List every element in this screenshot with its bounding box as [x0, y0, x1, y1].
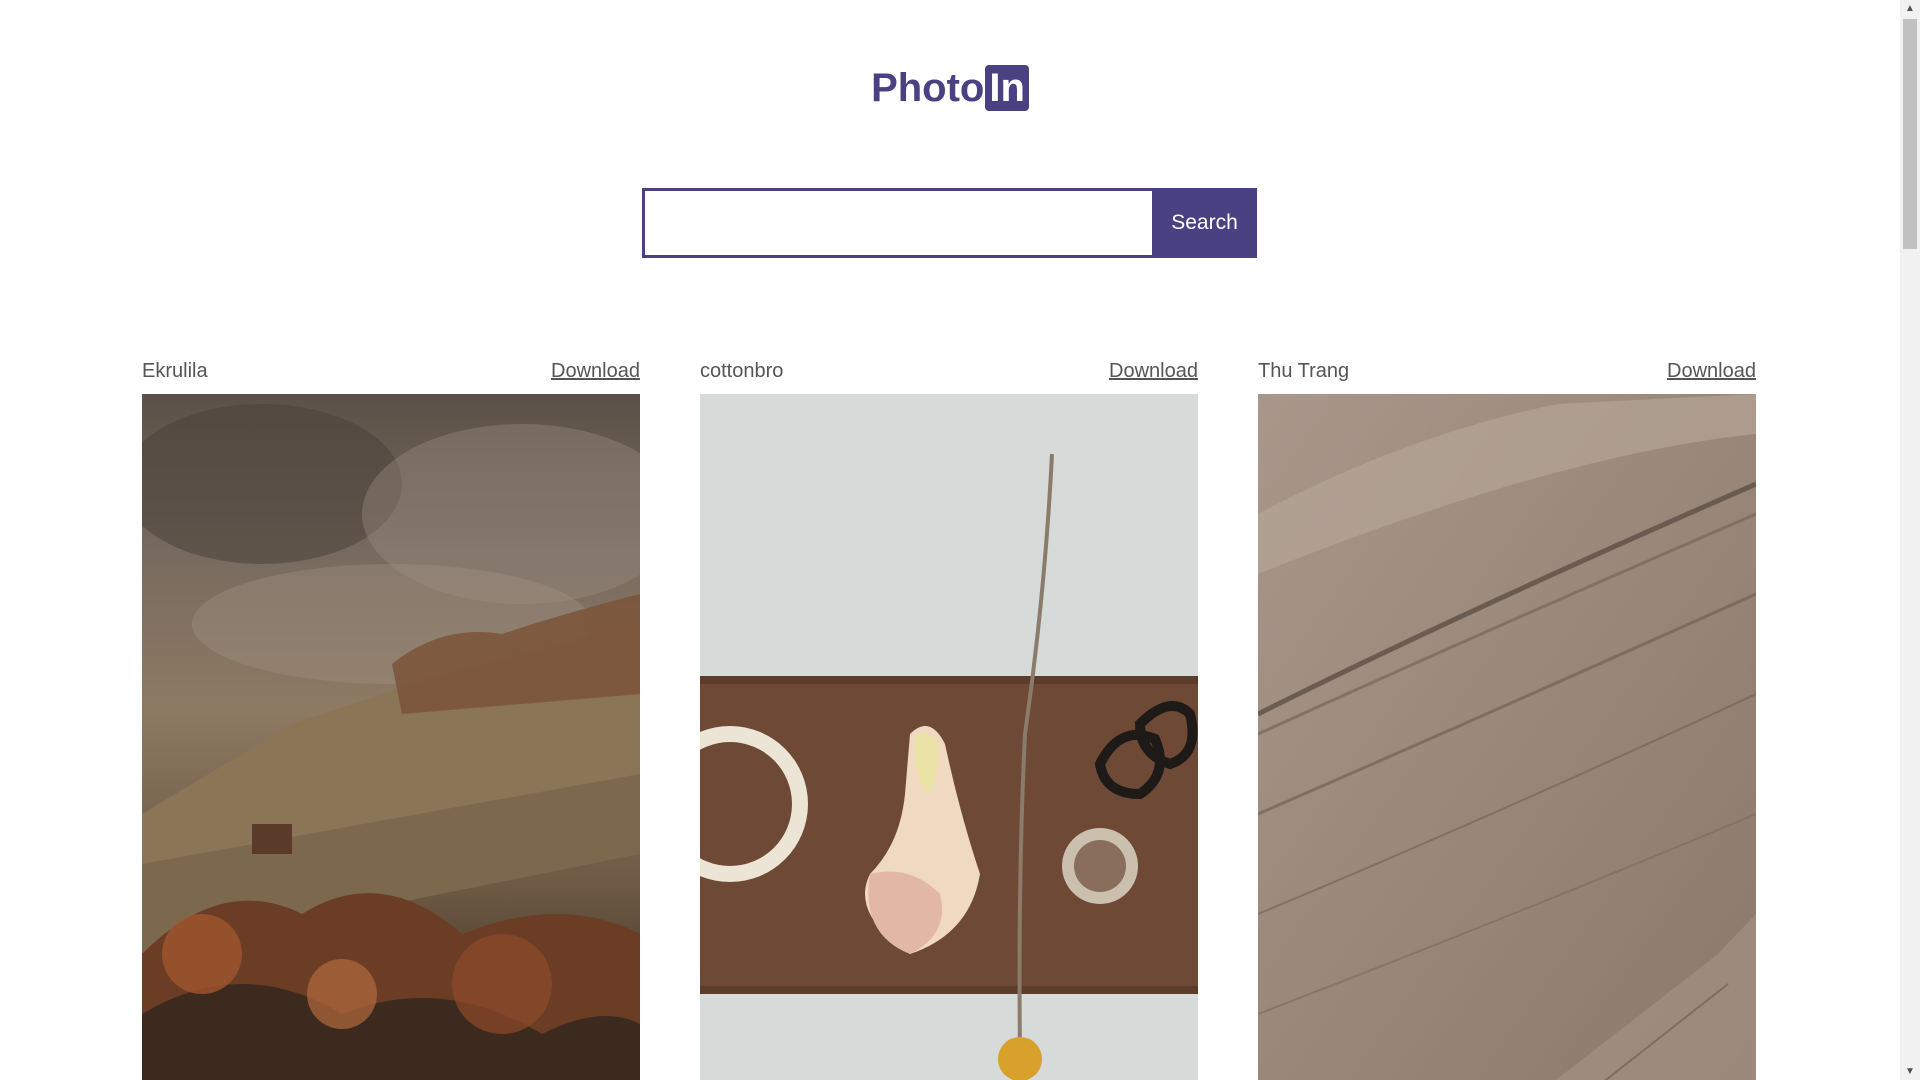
scroll-up-icon[interactable]: ▲ — [1900, 0, 1920, 17]
scroll-down-icon[interactable]: ▼ — [1900, 1063, 1920, 1080]
photo-image[interactable] — [700, 394, 1198, 1080]
photo-flat-lay — [700, 394, 1198, 1080]
search-button[interactable]: Search — [1152, 188, 1257, 258]
download-link[interactable]: Download — [1667, 360, 1756, 383]
site-logo[interactable]: Photo In — [0, 62, 1900, 112]
photo-sand-dunes — [1258, 394, 1756, 1080]
photo-image[interactable] — [1258, 394, 1756, 1080]
photo-card-header: cottonbro Download — [700, 360, 1198, 394]
photo-card: Ekrulila Download — [142, 360, 640, 1080]
download-link[interactable]: Download — [551, 360, 640, 383]
vertical-scrollbar[interactable]: ▲ ▼ — [1900, 0, 1920, 1080]
download-link[interactable]: Download — [1109, 360, 1198, 383]
logo-text: Photo — [871, 66, 985, 111]
photo-card: Thu Trang Download — [1258, 360, 1756, 1080]
search-input[interactable] — [642, 188, 1152, 258]
photo-author: Ekrulila — [142, 360, 208, 382]
photo-author: cottonbro — [700, 360, 784, 382]
photo-card-header: Thu Trang Download — [1258, 360, 1756, 394]
scrollbar-thumb[interactable] — [1903, 19, 1917, 249]
photo-image[interactable] — [142, 394, 640, 1080]
photo-misty-forest — [142, 394, 640, 1080]
page: Photo In Search Ekrulila Download cotton… — [0, 0, 1920, 1080]
photo-card: cottonbro Download — [700, 360, 1198, 1080]
photo-card-header: Ekrulila Download — [142, 360, 640, 394]
photo-author: Thu Trang — [1258, 360, 1350, 382]
search-form: Search — [642, 188, 1257, 258]
logo-badge: In — [985, 65, 1029, 112]
